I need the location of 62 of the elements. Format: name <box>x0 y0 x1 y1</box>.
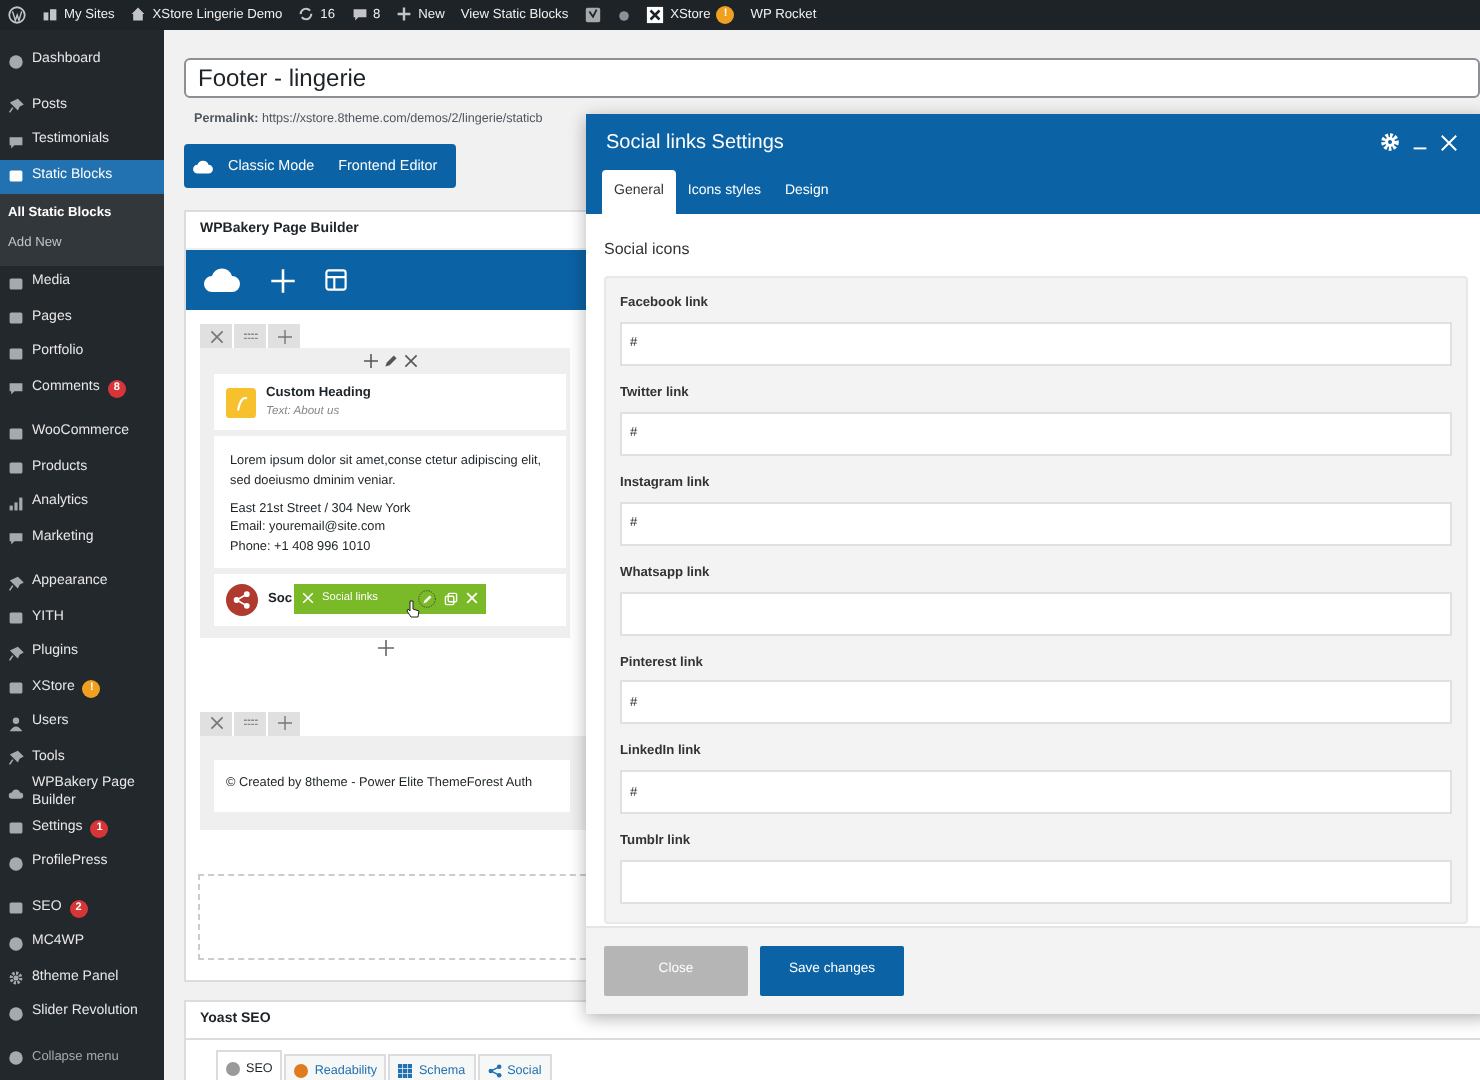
title-field[interactable]: Footer - lingerie <box>184 58 1480 98</box>
close-icon[interactable] <box>403 354 417 369</box>
plus-icon <box>277 716 291 731</box>
square-icon <box>8 345 24 362</box>
heading-element-icon <box>226 387 256 418</box>
square-icon <box>8 425 24 442</box>
pin-icon <box>8 645 24 662</box>
bars-icon <box>8 495 24 512</box>
move-handle[interactable] <box>200 324 232 349</box>
url-field[interactable] <box>620 591 1452 636</box>
square-icon <box>8 168 24 185</box>
bubble-icon <box>8 133 24 150</box>
plus-icon[interactable] <box>363 354 377 369</box>
cloud-icon[interactable] <box>192 155 214 178</box>
person-icon <box>8 715 24 732</box>
plus-icon[interactable] <box>377 639 393 656</box>
pin-icon <box>8 575 24 592</box>
bubble-icon <box>8 380 24 397</box>
cloud-icon <box>8 785 24 802</box>
pencil-icon[interactable] <box>383 354 397 369</box>
grid-icon <box>398 1064 413 1079</box>
add-column-button[interactable] <box>268 324 300 349</box>
xstore-logo-icon <box>646 5 665 24</box>
url-field[interactable] <box>620 860 1452 905</box>
plus-icon <box>396 6 413 23</box>
wordpress-logo-icon[interactable] <box>8 6 26 24</box>
columns-icon <box>239 329 261 344</box>
circle-icon <box>8 935 24 952</box>
gear-icon <box>8 970 24 987</box>
pin-icon <box>8 98 24 115</box>
layout-button[interactable] <box>234 711 266 736</box>
square-icon <box>8 310 24 327</box>
refresh-icon <box>298 6 315 23</box>
pin-icon <box>8 750 24 767</box>
pencil-icon[interactable] <box>418 589 436 608</box>
circle-icon <box>8 1005 24 1022</box>
section-heading: Social icons <box>604 238 692 262</box>
share-icon <box>226 583 258 616</box>
square-icon <box>8 680 24 697</box>
yoast-logo-icon[interactable] <box>584 6 603 24</box>
buildings-icon <box>42 6 58 23</box>
square-icon <box>8 460 24 477</box>
layout-icon[interactable] <box>324 268 348 293</box>
move-handle[interactable] <box>200 711 232 736</box>
share-icon <box>487 1064 502 1079</box>
square-icon <box>8 610 24 627</box>
circle-icon <box>8 855 24 872</box>
add-column-button[interactable] <box>268 711 300 736</box>
home-icon <box>130 6 147 23</box>
status-dot-icon[interactable] <box>618 9 631 21</box>
square-icon <box>8 275 24 292</box>
cursor-icon <box>406 599 420 618</box>
settings-icon[interactable] <box>1380 132 1400 152</box>
square-icon <box>8 820 24 837</box>
bubble-icon <box>8 530 24 547</box>
plus-icon <box>277 329 291 344</box>
square-icon <box>8 900 24 917</box>
circle-icon <box>8 1050 24 1066</box>
dialog-title: Social links Settings <box>606 129 784 157</box>
comment-icon <box>351 6 367 23</box>
circle-icon <box>8 53 24 70</box>
columns-icon <box>239 716 261 731</box>
